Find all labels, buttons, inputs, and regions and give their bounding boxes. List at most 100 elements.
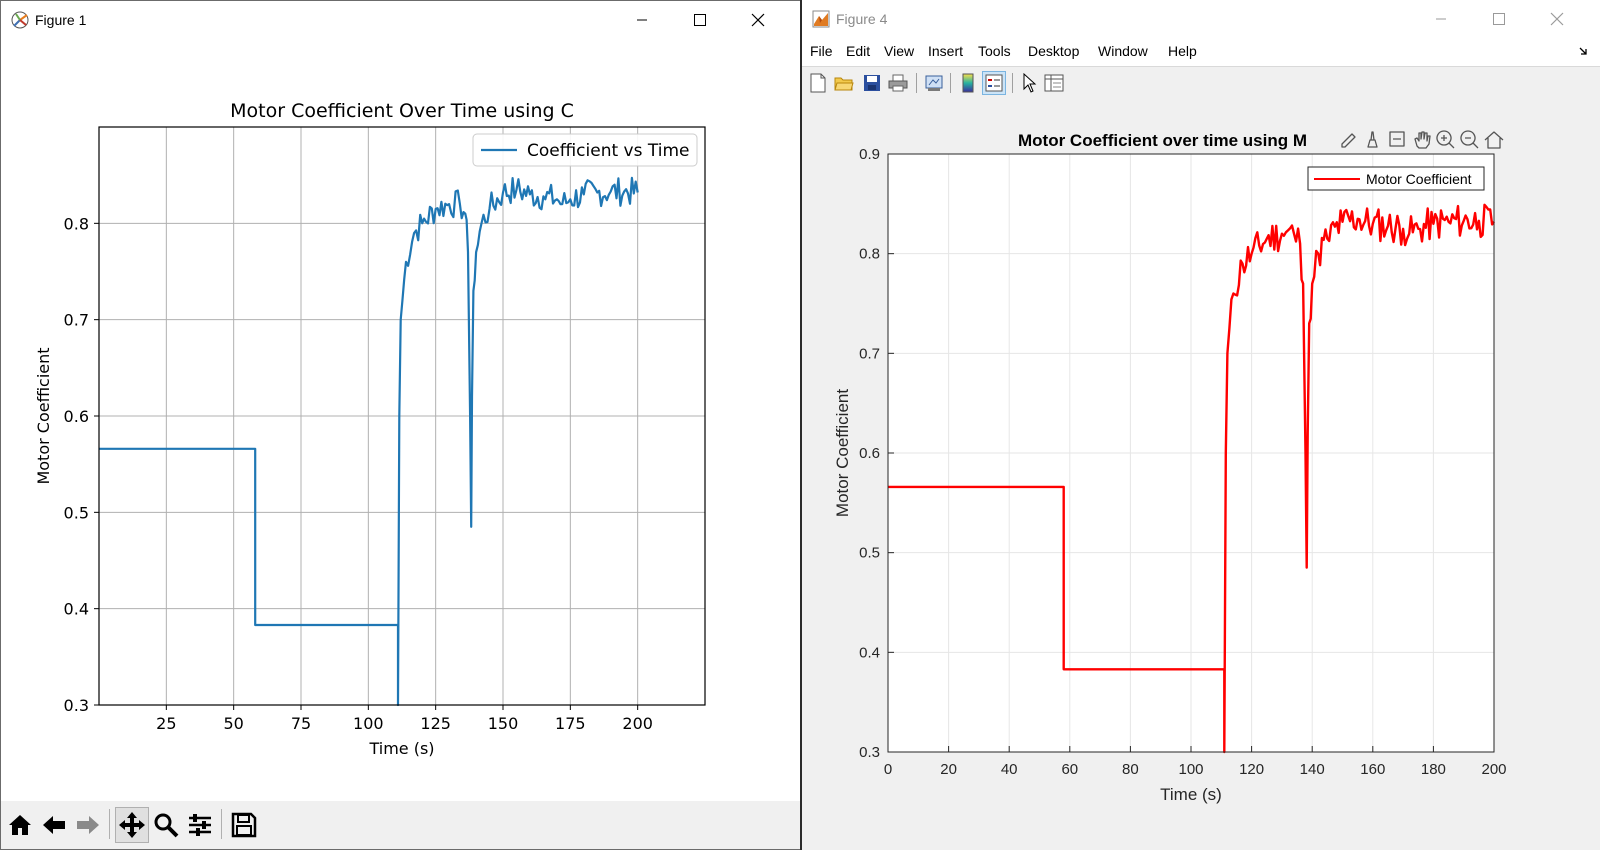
chart-title: Motor Coefficient Over Time using C (230, 100, 574, 122)
restore-view-home-icon-glyph (1484, 131, 1504, 149)
maximize-icon (694, 14, 706, 26)
figure-4-window: Figure 4 File Edit View Insert Tools Des… (800, 0, 1600, 850)
menu-tools[interactable]: Tools (978, 43, 1011, 59)
y-tick-label: 0.4 (64, 600, 89, 619)
x-tick-label: 60 (1061, 761, 1078, 778)
x-tick-label: 125 (420, 714, 451, 733)
y-tick-label: 0.9 (859, 146, 880, 163)
back-icon (43, 816, 65, 834)
x-tick-label: 40 (1001, 761, 1018, 778)
configure-subplots-button[interactable] (183, 807, 217, 843)
matplotlib-logo-icon (11, 11, 29, 29)
close-icon (751, 13, 765, 27)
menu-desktop[interactable]: Desktop (1028, 43, 1079, 59)
dock-arrow-icon[interactable] (1578, 44, 1590, 60)
edit-data-tip-icon-glyph (1341, 133, 1356, 148)
new-figure-button[interactable] (806, 71, 830, 95)
new-file-icon (810, 73, 826, 93)
y-tick-label: 0.7 (64, 311, 89, 330)
forward-button[interactable] (71, 807, 105, 843)
insert-colorbar-button[interactable] (956, 71, 980, 95)
save-figure-button[interactable] (860, 71, 884, 95)
minimize-button[interactable] (1414, 4, 1468, 34)
close-icon (1550, 12, 1564, 26)
figure-4-title: Figure 4 (836, 11, 888, 27)
menu-edit[interactable]: Edit (846, 43, 870, 59)
link-plot-icon (925, 75, 943, 91)
minimize-button[interactable] (615, 5, 669, 35)
x-tick-label: 20 (940, 761, 957, 778)
print-icon (888, 74, 908, 92)
y-tick-label: 0.5 (859, 545, 880, 562)
maximize-button[interactable] (673, 5, 727, 35)
menu-insert[interactable]: Insert (928, 43, 963, 59)
toolbar-separator (916, 73, 917, 93)
figure-1-window: Figure 1 25 50 75 100 125 150 175 200 0.3 0.4 0.5 0… (0, 0, 800, 850)
matplotlib-navigation-toolbar (1, 801, 800, 849)
print-figure-button[interactable] (886, 71, 910, 95)
zoom-out-icon-glyph (1460, 130, 1479, 149)
y-axis-label: Motor Coefficient (833, 389, 852, 517)
pan-hand-icon (1414, 131, 1431, 149)
insert-legend-button[interactable] (982, 71, 1006, 95)
maximize-icon (1493, 13, 1505, 25)
minimize-icon (1436, 18, 1446, 20)
menu-window[interactable]: Window (1098, 43, 1148, 59)
figure-4-titlebar[interactable]: Figure 4 (802, 0, 1600, 38)
figure-4-canvas[interactable]: 0 20 40 60 80 100 120 140 160 180 200 0.3 0.4 0.5 0.6 0… (802, 99, 1600, 850)
zoom-in-icon (1436, 130, 1455, 149)
x-tick-label: 25 (156, 714, 176, 733)
y-tick-label: 0.6 (64, 407, 89, 426)
restore-view-home-icon (1484, 131, 1504, 149)
property-inspector-icon (1044, 74, 1064, 92)
toolbar-separator (221, 809, 222, 839)
edit-plot-button[interactable] (1018, 71, 1042, 95)
legend-label: Coefficient vs Time (527, 141, 689, 161)
open-folder-icon (834, 77, 854, 91)
data-cursor-icon (1389, 131, 1405, 147)
x-tick-label: 75 (291, 714, 311, 733)
close-button[interactable] (1530, 4, 1584, 34)
y-tick-label: 0.3 (64, 696, 89, 715)
x-tick-label: 0 (884, 761, 892, 778)
home-icon (9, 815, 31, 835)
property-inspector-button[interactable] (1042, 71, 1066, 95)
link-plot-button[interactable] (922, 71, 946, 95)
matlab-logo-icon (812, 10, 830, 28)
x-tick-label: 120 (1239, 761, 1264, 778)
x-tick-label: 200 (622, 714, 653, 733)
forward-icon (77, 816, 99, 834)
zoom-out-icon (1460, 130, 1479, 149)
y-axis-label: Motor Coefficient (34, 347, 53, 484)
x-tick-label: 150 (488, 714, 519, 733)
y-tick-label: 0.3 (859, 744, 880, 761)
y-tick-label: 0.8 (859, 246, 880, 263)
legend: Motor Coefficient (1307, 166, 1485, 191)
figure-1-titlebar[interactable]: Figure 1 (1, 1, 800, 39)
y-tick-label: 0.6 (859, 445, 880, 462)
plot-area: 25 50 75 100 125 150 175 200 0.3 0.4 0.5 0.6 0.7 0.8 M… (34, 100, 706, 758)
legend: Coefficient vs Time (472, 133, 698, 167)
open-file-button[interactable] (832, 71, 856, 95)
menu-file[interactable]: File (810, 43, 833, 59)
zoom-icon (154, 813, 179, 838)
close-button[interactable] (731, 5, 785, 35)
maximize-button[interactable] (1472, 4, 1526, 34)
save-icon (864, 75, 880, 91)
figure-1-canvas[interactable]: 25 50 75 100 125 150 175 200 0.3 0.4 0.5 0.6 0.7 0.8 M… (1, 39, 799, 803)
home-button[interactable] (3, 807, 37, 843)
x-tick-label: 80 (1122, 761, 1139, 778)
back-button[interactable] (37, 807, 71, 843)
pan-hand-icon-glyph (1414, 131, 1431, 149)
plot-area: 0 20 40 60 80 100 120 140 160 180 200 0.3 0.4 0.5 0.6 0… (833, 130, 1507, 804)
legend-icon (985, 74, 1003, 92)
toolbar-separator (1012, 73, 1013, 93)
pan-button[interactable] (115, 807, 149, 843)
x-tick-label: 100 (1178, 761, 1203, 778)
save-icon (231, 812, 257, 838)
menu-view[interactable]: View (884, 43, 914, 59)
y-tick-label: 0.4 (859, 644, 880, 661)
zoom-button[interactable] (149, 807, 183, 843)
save-button[interactable] (227, 807, 261, 843)
menu-help[interactable]: Help (1168, 43, 1197, 59)
